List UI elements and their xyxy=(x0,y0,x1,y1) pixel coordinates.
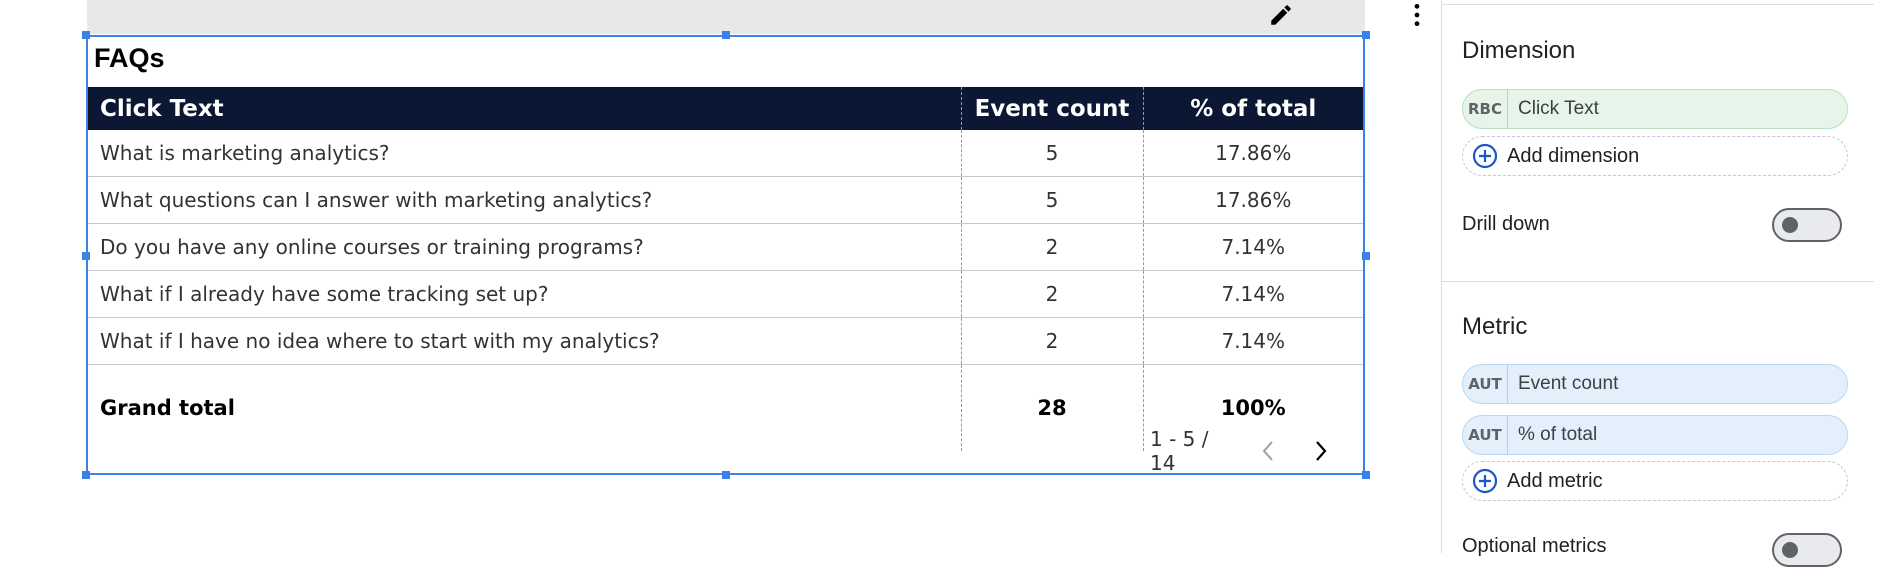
cell-event-count: 2 xyxy=(961,317,1144,365)
resize-handle[interactable] xyxy=(82,471,90,479)
divider xyxy=(1442,281,1874,282)
resize-handle[interactable] xyxy=(82,31,90,39)
cell-click-text: Do you have any online courses or traini… xyxy=(88,223,962,271)
resize-handle[interactable] xyxy=(722,31,730,39)
cell-percent: 17.86% xyxy=(1143,176,1363,224)
table-row: What questions can I answer with marketi… xyxy=(88,176,1363,224)
drill-down-label: Drill down xyxy=(1462,213,1550,235)
resize-handle[interactable] xyxy=(1362,471,1370,479)
chevron-right-icon[interactable] xyxy=(1309,437,1333,465)
cell-event-count: 2 xyxy=(961,270,1144,318)
faq-table-chart[interactable]: FAQs Click Text Event count % of total W… xyxy=(86,35,1365,475)
metric-chip-event-count[interactable]: AUT Event count xyxy=(1462,364,1848,404)
toggle-knob xyxy=(1782,217,1798,233)
table-header-row: Click Text Event count % of total xyxy=(88,87,1363,130)
chart-toolbar xyxy=(87,0,1420,34)
column-header-percent-total[interactable]: % of total xyxy=(1143,87,1363,130)
resize-handle[interactable] xyxy=(1362,31,1370,39)
pencil-icon[interactable] xyxy=(1267,2,1295,28)
dimension-chip-click-text[interactable]: RBC Click Text xyxy=(1462,89,1848,129)
add-circle-icon xyxy=(1463,143,1507,169)
chip-label: Click Text xyxy=(1518,98,1599,119)
cell-percent: 7.14% xyxy=(1143,317,1363,365)
dimension-title: Dimension xyxy=(1462,37,1576,64)
number-type-icon: AUT xyxy=(1463,365,1508,403)
number-type-icon: AUT xyxy=(1463,416,1508,454)
add-metric-label: Add metric xyxy=(1507,469,1603,492)
pagination: 1 - 5 / 14 xyxy=(1150,427,1363,475)
cell-event-count: 5 xyxy=(961,176,1144,224)
optional-metrics-label: Optional metrics xyxy=(1462,535,1607,557)
add-dimension-label: Add dimension xyxy=(1507,144,1640,167)
resize-handle[interactable] xyxy=(1362,252,1370,260)
metric-chip-percent-total[interactable]: AUT % of total xyxy=(1462,415,1848,455)
toggle-knob xyxy=(1782,542,1798,558)
cell-click-text: What questions can I answer with marketi… xyxy=(88,176,962,224)
grand-total-label: Grand total xyxy=(88,364,962,451)
column-header-click-text[interactable]: Click Text xyxy=(88,87,962,130)
column-header-event-count[interactable]: Event count xyxy=(961,87,1144,130)
table-row: Do you have any online courses or traini… xyxy=(88,223,1363,271)
add-metric-button[interactable]: Add metric xyxy=(1462,461,1848,501)
metric-title: Metric xyxy=(1462,313,1528,340)
resize-handle[interactable] xyxy=(722,471,730,479)
optional-metrics-toggle[interactable] xyxy=(1772,533,1842,567)
divider xyxy=(1442,4,1874,5)
cell-click-text: What if I already have some tracking set… xyxy=(88,270,962,318)
text-type-icon: RBC xyxy=(1463,90,1508,128)
resize-handle[interactable] xyxy=(82,252,90,260)
properties-panel: Dimension RBC Click Text Add dimension D… xyxy=(1441,0,1881,567)
add-circle-icon xyxy=(1463,468,1507,494)
chip-label: % of total xyxy=(1518,424,1598,445)
grand-total-event-count: 28 xyxy=(961,364,1144,451)
table-row: What if I have no idea where to start wi… xyxy=(88,317,1363,365)
cell-percent: 7.14% xyxy=(1143,270,1363,318)
table-row: What is marketing analytics? 5 17.86% xyxy=(88,130,1363,177)
chevron-left-icon[interactable] xyxy=(1256,437,1280,465)
data-table: Click Text Event count % of total What i… xyxy=(88,87,1363,451)
cell-event-count: 2 xyxy=(961,223,1144,271)
cell-percent: 7.14% xyxy=(1143,223,1363,271)
table-row: What if I already have some tracking set… xyxy=(88,270,1363,318)
cell-percent: 17.86% xyxy=(1143,130,1363,177)
pagination-range: 1 - 5 / 14 xyxy=(1150,427,1209,475)
add-dimension-button[interactable]: Add dimension xyxy=(1462,136,1848,176)
more-vert-icon[interactable] xyxy=(1403,2,1431,28)
chip-label: Event count xyxy=(1518,373,1619,394)
drill-down-toggle[interactable] xyxy=(1772,208,1842,242)
cell-click-text: What is marketing analytics? xyxy=(88,130,962,177)
table-title: FAQs xyxy=(94,43,165,73)
cell-click-text: What if I have no idea where to start wi… xyxy=(88,317,962,365)
cell-event-count: 5 xyxy=(961,130,1144,177)
